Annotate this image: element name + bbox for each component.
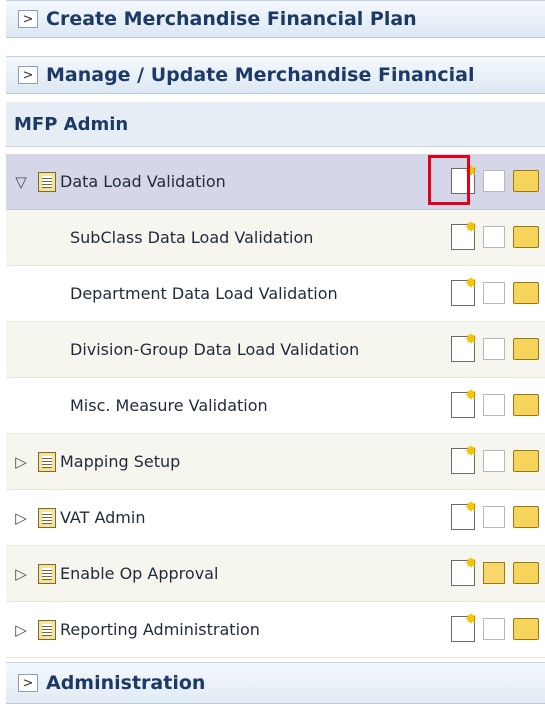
new-workbook-icon[interactable]: ✸ [451,220,477,250]
open-workbook-icon[interactable] [483,170,505,192]
new-workbook-icon[interactable]: ✸ [451,612,477,642]
row-actions: ✸ [451,164,539,194]
section-create-plan[interactable]: > Create Merchandise Financial Plan [6,0,545,38]
row-actions: ✸ [451,276,539,306]
section-manage-plan[interactable]: > Manage / Update Merchandise Financial [6,56,545,94]
expand-icon[interactable]: ▷ [10,621,32,639]
open-folder-icon[interactable] [513,501,539,528]
task-folder-icon [38,563,56,584]
tree-row-label[interactable]: Data Load Validation [60,172,226,191]
tree-row[interactable]: ▷ Mapping Setup ✸ [6,434,545,490]
tree-row[interactable]: Misc. Measure Validation ✸ [6,378,545,434]
tree-row-label[interactable]: Mapping Setup [60,452,180,471]
task-folder-icon [38,619,56,640]
open-workbook-icon[interactable] [483,282,505,304]
star-icon: ✸ [464,330,478,348]
new-workbook-icon[interactable]: ✸ [451,164,477,194]
tree-row[interactable]: ▽ Data Load Validation ✸ [6,154,545,210]
section-label: Administration [46,672,206,694]
tree-row[interactable]: ▷ Enable Op Approval ✸ [6,546,545,602]
expand-icon[interactable]: > [18,66,38,84]
open-folder-icon[interactable] [513,389,539,416]
tree-row-label[interactable]: VAT Admin [60,508,145,527]
tree-row[interactable]: Division-Group Data Load Validation ✸ [6,322,545,378]
section-mfp-admin: MFP Admin [6,102,545,147]
new-workbook-icon[interactable]: ✸ [451,276,477,306]
row-actions: ✸ [451,612,539,642]
open-workbook-icon[interactable] [483,394,505,416]
star-icon: ✸ [464,498,478,516]
open-workbook-icon[interactable] [483,506,505,528]
tree-row[interactable]: ▷ VAT Admin ✸ [6,490,545,546]
open-folder-icon[interactable] [513,613,539,640]
new-workbook-icon[interactable]: ✸ [451,500,477,530]
tree-row-label[interactable]: Division-Group Data Load Validation [70,340,359,359]
section-label: Create Merchandise Financial Plan [46,8,417,30]
star-icon: ✸ [464,274,478,292]
task-folder-icon [38,451,56,472]
open-workbook-icon[interactable] [483,226,505,248]
open-workbook-icon[interactable] [483,338,505,360]
task-folder-icon [38,171,56,192]
expand-icon[interactable]: ▷ [10,509,32,527]
new-workbook-icon[interactable]: ✸ [451,388,477,418]
star-icon: ✸ [464,610,478,628]
star-icon: ✸ [464,218,478,236]
star-icon: ✸ [464,162,478,180]
tree-row-label[interactable]: Department Data Load Validation [70,284,338,303]
tree-row-label[interactable]: Enable Op Approval [60,564,218,583]
row-actions: ✸ [451,556,539,586]
tree-row[interactable]: SubClass Data Load Validation ✸ [6,210,545,266]
new-workbook-icon[interactable]: ✸ [451,556,477,586]
new-workbook-icon[interactable]: ✸ [451,444,477,474]
tree-row-label[interactable]: Misc. Measure Validation [70,396,268,415]
task-folder-icon [38,507,56,528]
tree-row[interactable]: ▷ Reporting Administration ✸ [6,602,545,658]
open-folder-icon[interactable] [513,333,539,360]
row-actions: ✸ [451,332,539,362]
tree-row-label[interactable]: Reporting Administration [60,620,260,639]
tree-row[interactable]: Department Data Load Validation ✸ [6,266,545,322]
expand-icon[interactable]: ▷ [10,453,32,471]
new-workbook-icon[interactable]: ✸ [451,332,477,362]
section-label: MFP Admin [14,113,129,135]
row-actions: ✸ [451,444,539,474]
open-folder-icon[interactable] [513,221,539,248]
open-workbook-icon[interactable] [483,450,505,472]
collapse-icon[interactable]: ▽ [10,173,32,191]
section-label: Manage / Update Merchandise Financial [46,64,475,86]
row-actions: ✸ [451,388,539,418]
open-folder-icon[interactable] [513,165,539,192]
star-icon: ✸ [464,442,478,460]
expand-icon[interactable]: ▷ [10,565,32,583]
open-workbook-icon[interactable] [483,562,505,584]
star-icon: ✸ [464,554,478,572]
expand-icon[interactable]: > [18,10,38,28]
expand-icon[interactable]: > [18,674,38,692]
open-folder-icon[interactable] [513,557,539,584]
task-panel: > Create Merchandise Financial Plan > Ma… [0,0,545,713]
section-administration[interactable]: > Administration [6,662,545,704]
row-actions: ✸ [451,220,539,250]
row-actions: ✸ [451,500,539,530]
open-workbook-icon[interactable] [483,618,505,640]
tree-row-label[interactable]: SubClass Data Load Validation [70,228,313,247]
star-icon: ✸ [464,386,478,404]
open-folder-icon[interactable] [513,277,539,304]
open-folder-icon[interactable] [513,445,539,472]
